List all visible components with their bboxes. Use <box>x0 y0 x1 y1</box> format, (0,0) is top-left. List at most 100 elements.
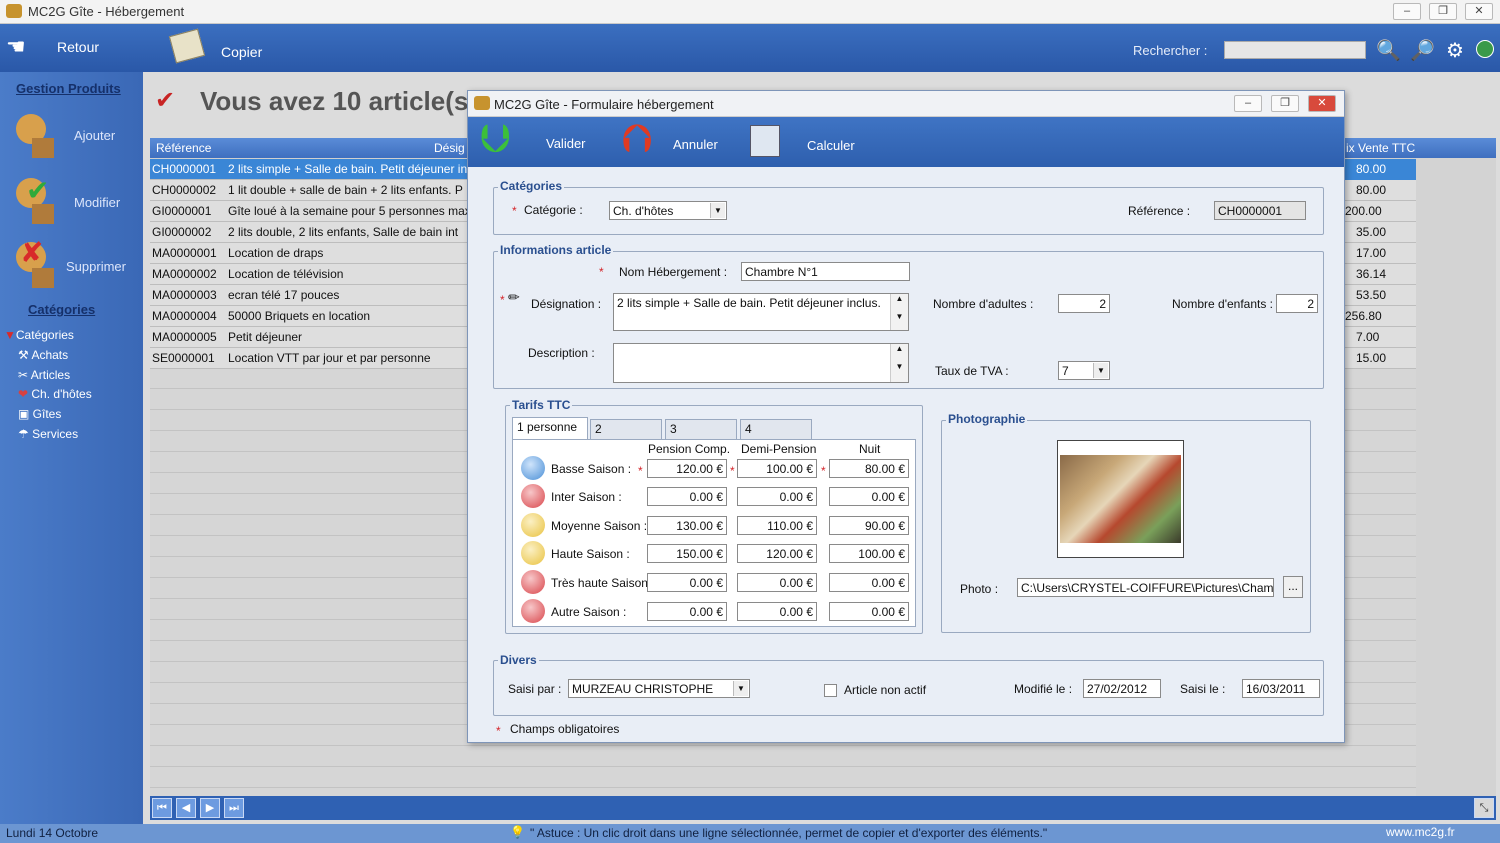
dialog-title: MC2G Gîte - Formulaire hébergement <box>494 97 714 112</box>
delete-product-button[interactable]: ✘ Supprimer <box>12 237 137 294</box>
search-icon[interactable]: 🔍 <box>1376 38 1401 63</box>
next-record-button[interactable]: ▶ <box>200 798 220 818</box>
app-icon <box>6 4 22 18</box>
cancel-button[interactable]: ⮉ Annuler <box>620 117 740 163</box>
categories-heading[interactable]: Catégories <box>28 302 95 317</box>
night-price[interactable]: 0.00 € <box>829 487 909 506</box>
description-scrollbar[interactable]: ▲ ▼ <box>890 344 908 382</box>
full-board-price[interactable]: 120.00 € <box>647 459 727 478</box>
designation-field[interactable]: 2 lits simple + Salle de bain. Petit déj… <box>613 293 909 331</box>
season-label: Très haute Saison <box>551 576 648 590</box>
night-price[interactable]: 0.00 € <box>829 573 909 592</box>
maximize-button[interactable]: ❐ <box>1429 3 1457 20</box>
full-board-price[interactable]: 0.00 € <box>647 573 727 592</box>
products-heading[interactable]: Gestion Produits <box>16 81 121 96</box>
vat-select[interactable]: 7 ▼ <box>1058 361 1110 380</box>
half-board-price[interactable]: 0.00 € <box>737 573 817 592</box>
tree-item-guest-rooms[interactable]: ❤ Ch. d'hôtes <box>18 387 92 401</box>
inter-season-icon <box>521 484 545 508</box>
first-record-button[interactable]: ⏮ <box>152 798 172 818</box>
designation-scrollbar[interactable]: ▲ ▼ <box>890 294 908 330</box>
half-board-price[interactable]: 0.00 € <box>737 602 817 621</box>
tree-item-purchases[interactable]: ⚒ Achats <box>18 348 68 362</box>
tree-item-categories[interactable]: ▼Catégories <box>4 328 74 342</box>
close-button[interactable]: ✕ <box>1465 3 1493 20</box>
status-site[interactable]: www.mc2g.fr <box>1386 825 1455 839</box>
very-high-season-icon <box>521 570 545 594</box>
calculate-button[interactable]: Calculer <box>748 121 868 163</box>
reference-field[interactable]: CH0000001 <box>1214 201 1306 220</box>
dialog-close-button[interactable]: ✕ <box>1308 95 1336 112</box>
settings-icon[interactable]: ⚙ <box>1446 38 1464 63</box>
tab-3-persons[interactable]: 3 personnes <box>665 419 737 450</box>
full-board-price[interactable]: 0.00 € <box>647 602 727 621</box>
night-price[interactable]: 90.00 € <box>829 516 909 535</box>
advanced-search-icon[interactable]: 🔎 <box>1410 38 1435 63</box>
search-label: Rechercher : <box>1133 43 1208 58</box>
half-board-price[interactable]: 120.00 € <box>737 544 817 563</box>
info-group-title: Informations article <box>498 243 614 257</box>
photo-path-field[interactable]: C:\Users\CRYSTEL-COIFFURE\Pictures\Chamb… <box>1017 578 1274 597</box>
full-board-price[interactable]: 150.00 € <box>647 544 727 563</box>
required-marker: * <box>500 293 505 307</box>
modified-date-field[interactable]: 27/02/2012 <box>1083 679 1161 698</box>
main-toolbar: ☚ Retour Copier Rechercher : 🔍 🔎 ⚙ <box>0 24 1500 72</box>
row-price: 36.14 <box>1356 267 1387 281</box>
full-board-price[interactable]: 0.00 € <box>647 487 727 506</box>
edit-product-button[interactable]: ✔ Modifier <box>12 174 137 230</box>
globe-icon[interactable] <box>1476 40 1494 58</box>
tree-item-label: Services <box>32 427 79 441</box>
full-board-price[interactable]: 130.00 € <box>647 516 727 535</box>
articles-icon: ✂ <box>18 368 31 382</box>
tree-item-label: Articles <box>30 368 71 382</box>
half-board-price[interactable]: 0.00 € <box>737 487 817 506</box>
previous-record-button[interactable]: ◀ <box>176 798 196 818</box>
row-price: 7.00 <box>1356 330 1380 344</box>
inactive-checkbox[interactable] <box>824 684 837 697</box>
tab-1-person[interactable]: 1 personne <box>512 417 588 439</box>
back-button[interactable]: ☚ Retour <box>4 32 114 64</box>
tab-2-persons[interactable]: 2 personnes <box>590 419 662 450</box>
children-field[interactable]: 2 <box>1276 294 1318 313</box>
half-board-price[interactable]: 100.00 € <box>737 459 817 478</box>
grid-right-margin <box>1416 158 1496 796</box>
tree-root-icon: ▼ <box>4 328 16 342</box>
row-designation: Location VTT par jour et par personne <box>228 351 431 365</box>
calculate-label: Calculer <box>807 138 855 153</box>
night-price[interactable]: 0.00 € <box>829 602 909 621</box>
copy-button[interactable]: Copier <box>168 28 270 64</box>
description-field[interactable]: ▲ ▼ <box>613 343 909 383</box>
row-designation: 1 lit double + salle de bain + 2 lits en… <box>228 183 463 197</box>
calculator-icon <box>750 125 780 157</box>
tab-4-persons[interactable]: 4 personnes <box>740 419 812 450</box>
entered-by-select[interactable]: MURZEAU CHRISTOPHE ▼ <box>568 679 750 698</box>
browse-button[interactable]: ... <box>1283 576 1303 598</box>
night-price[interactable]: 80.00 € <box>829 459 909 478</box>
categories-group-title: Catégories <box>498 179 565 193</box>
adults-field[interactable]: 2 <box>1058 294 1110 313</box>
night-price[interactable]: 100.00 € <box>829 544 909 563</box>
entered-date-field[interactable]: 16/03/2011 <box>1242 679 1320 698</box>
search-input[interactable] <box>1224 41 1366 59</box>
name-field[interactable]: Chambre N°1 <box>741 262 910 281</box>
minimize-button[interactable]: – <box>1393 3 1421 20</box>
dialog-minimize-button[interactable]: – <box>1234 95 1262 112</box>
high-season-icon <box>521 541 545 565</box>
photo-image <box>1060 455 1181 543</box>
last-record-button[interactable]: ⏭ <box>224 798 244 818</box>
resize-grip-icon[interactable]: ⤡ <box>1474 798 1494 818</box>
add-product-button[interactable]: Ajouter <box>12 110 137 166</box>
category-select[interactable]: Ch. d'hôtes ▼ <box>609 201 727 220</box>
validate-button[interactable]: ⮋ Valider <box>478 117 598 163</box>
services-icon: ☂ <box>18 427 33 441</box>
tree-item-gites[interactable]: ▣ Gîtes <box>18 407 61 421</box>
dialog-maximize-button[interactable]: ❐ <box>1271 95 1299 112</box>
tree-item-articles[interactable]: ✂ Articles <box>18 368 70 382</box>
col-header-designation[interactable]: Désig <box>434 141 465 155</box>
row-ref: MA0000002 <box>152 267 217 281</box>
tree-item-services[interactable]: ☂ Services <box>18 427 78 441</box>
designation-text: 2 lits simple + Salle de bain. Petit déj… <box>617 296 881 310</box>
half-board-price[interactable]: 110.00 € <box>737 516 817 535</box>
col-header-reference[interactable]: Référence <box>156 141 211 155</box>
col-header-price[interactable]: ix Vente TTC <box>1346 141 1415 155</box>
